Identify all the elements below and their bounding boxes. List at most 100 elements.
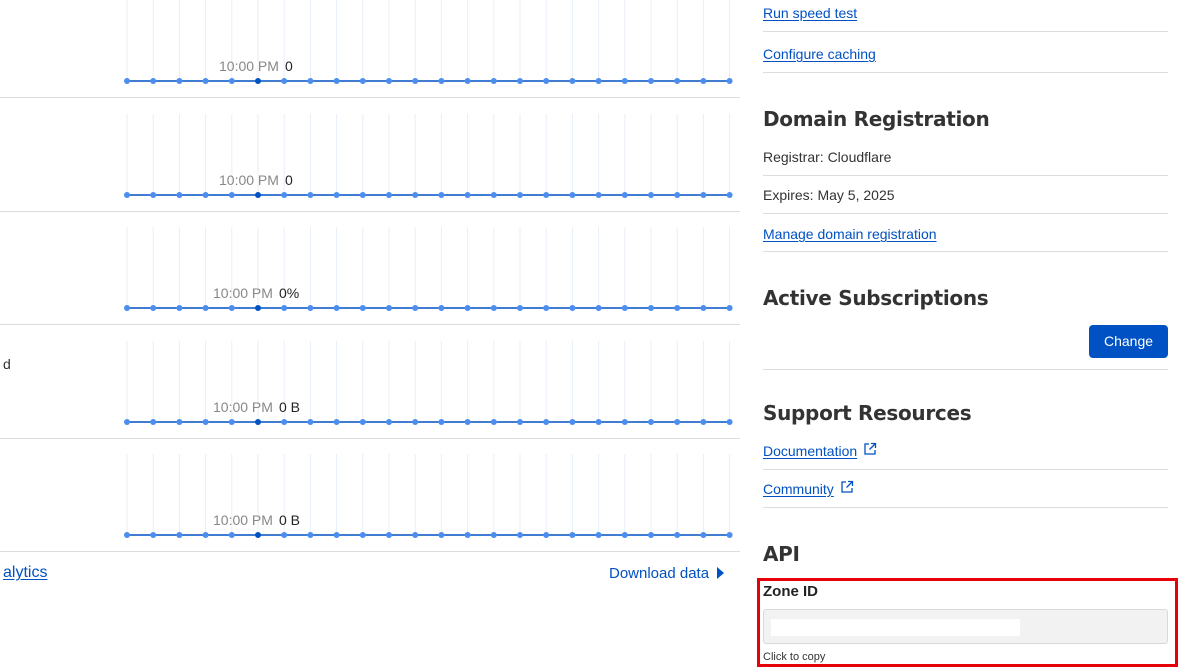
data-point[interactable] <box>621 419 628 425</box>
data-point[interactable] <box>333 532 340 538</box>
documentation-link[interactable]: Documentation <box>763 442 877 461</box>
data-point[interactable] <box>438 192 445 198</box>
data-point[interactable] <box>517 419 523 425</box>
data-point[interactable] <box>464 305 471 311</box>
data-point[interactable] <box>648 419 654 425</box>
data-point[interactable] <box>176 305 183 311</box>
data-point[interactable] <box>569 419 576 425</box>
data-point[interactable] <box>569 532 576 538</box>
data-point[interactable] <box>307 192 314 198</box>
data-point[interactable] <box>726 305 733 311</box>
data-point[interactable] <box>228 78 235 84</box>
data-point[interactable] <box>359 532 366 538</box>
data-point[interactable] <box>150 78 157 84</box>
data-point[interactable] <box>124 78 130 84</box>
data-point[interactable] <box>124 192 130 198</box>
data-point[interactable] <box>700 419 707 425</box>
data-point[interactable] <box>150 419 157 425</box>
data-point[interactable] <box>621 78 628 84</box>
data-point[interactable] <box>307 532 314 538</box>
data-point[interactable] <box>648 78 654 84</box>
data-point[interactable] <box>438 532 445 538</box>
data-point[interactable] <box>124 305 130 311</box>
data-point[interactable] <box>281 192 288 198</box>
data-point[interactable] <box>202 78 209 84</box>
data-point[interactable] <box>359 419 366 425</box>
data-point[interactable] <box>333 419 340 425</box>
data-point[interactable] <box>150 305 157 311</box>
data-point[interactable] <box>543 78 550 84</box>
data-point[interactable] <box>595 192 602 198</box>
sparkline-chart-5[interactable] <box>0 439 740 552</box>
data-point[interactable] <box>621 192 628 198</box>
data-point[interactable] <box>333 305 340 311</box>
data-point[interactable] <box>176 532 183 538</box>
data-point[interactable] <box>307 419 314 425</box>
sparkline-chart-4[interactable] <box>0 326 740 439</box>
data-point[interactable] <box>726 192 733 198</box>
data-point[interactable] <box>307 305 314 311</box>
data-point[interactable] <box>595 419 602 425</box>
data-point[interactable] <box>150 192 157 198</box>
documentation-link-label[interactable]: Documentation <box>763 443 857 459</box>
data-point[interactable] <box>700 305 707 311</box>
data-point[interactable] <box>517 532 523 538</box>
sparkline-chart-1[interactable] <box>0 0 740 98</box>
data-point[interactable] <box>386 192 392 198</box>
data-point[interactable] <box>490 419 497 425</box>
data-point[interactable] <box>228 532 235 538</box>
data-point[interactable] <box>543 532 550 538</box>
data-point[interactable] <box>517 192 523 198</box>
data-point[interactable] <box>490 305 497 311</box>
data-point[interactable] <box>202 532 209 538</box>
data-point[interactable] <box>543 419 550 425</box>
data-point[interactable] <box>438 419 445 425</box>
data-point[interactable] <box>674 192 681 198</box>
community-link-label[interactable]: Community <box>763 481 834 497</box>
data-point[interactable] <box>490 78 497 84</box>
data-point[interactable] <box>517 78 523 84</box>
data-point[interactable] <box>412 419 419 425</box>
data-point[interactable] <box>386 532 392 538</box>
data-point[interactable] <box>464 532 471 538</box>
data-point[interactable] <box>307 78 314 84</box>
data-point[interactable] <box>700 532 707 538</box>
analytics-link[interactable]: alytics <box>3 564 47 582</box>
download-data-button[interactable]: Download data <box>609 565 725 582</box>
data-point[interactable] <box>412 532 419 538</box>
data-point[interactable] <box>543 192 550 198</box>
data-point[interactable] <box>412 78 419 84</box>
data-point[interactable] <box>464 419 471 425</box>
sparkline-chart-2[interactable] <box>0 99 740 212</box>
data-point[interactable] <box>569 305 576 311</box>
data-point[interactable] <box>700 192 707 198</box>
data-point-active[interactable] <box>255 305 261 311</box>
data-point[interactable] <box>648 192 654 198</box>
data-point[interactable] <box>726 532 733 538</box>
data-point[interactable] <box>176 78 183 84</box>
data-point[interactable] <box>726 78 733 84</box>
manage-domain-registration-link[interactable]: Manage domain registration <box>763 226 937 242</box>
data-point[interactable] <box>543 305 550 311</box>
data-point[interactable] <box>333 78 340 84</box>
configure-caching-link[interactable]: Configure caching <box>763 46 876 62</box>
data-point[interactable] <box>621 532 628 538</box>
data-point[interactable] <box>490 192 497 198</box>
data-point[interactable] <box>648 305 654 311</box>
data-point[interactable] <box>202 305 209 311</box>
data-point[interactable] <box>595 532 602 538</box>
data-point[interactable] <box>202 192 209 198</box>
data-point[interactable] <box>412 192 419 198</box>
data-point-active[interactable] <box>255 78 261 84</box>
data-point[interactable] <box>412 305 419 311</box>
run-speed-test-link[interactable]: Run speed test <box>763 5 857 21</box>
community-link[interactable]: Community <box>763 480 854 499</box>
data-point[interactable] <box>621 305 628 311</box>
data-point[interactable] <box>333 192 340 198</box>
data-point[interactable] <box>438 305 445 311</box>
data-point[interactable] <box>569 78 576 84</box>
data-point[interactable] <box>648 532 654 538</box>
data-point[interactable] <box>674 305 681 311</box>
data-point[interactable] <box>386 419 392 425</box>
data-point[interactable] <box>726 419 733 425</box>
